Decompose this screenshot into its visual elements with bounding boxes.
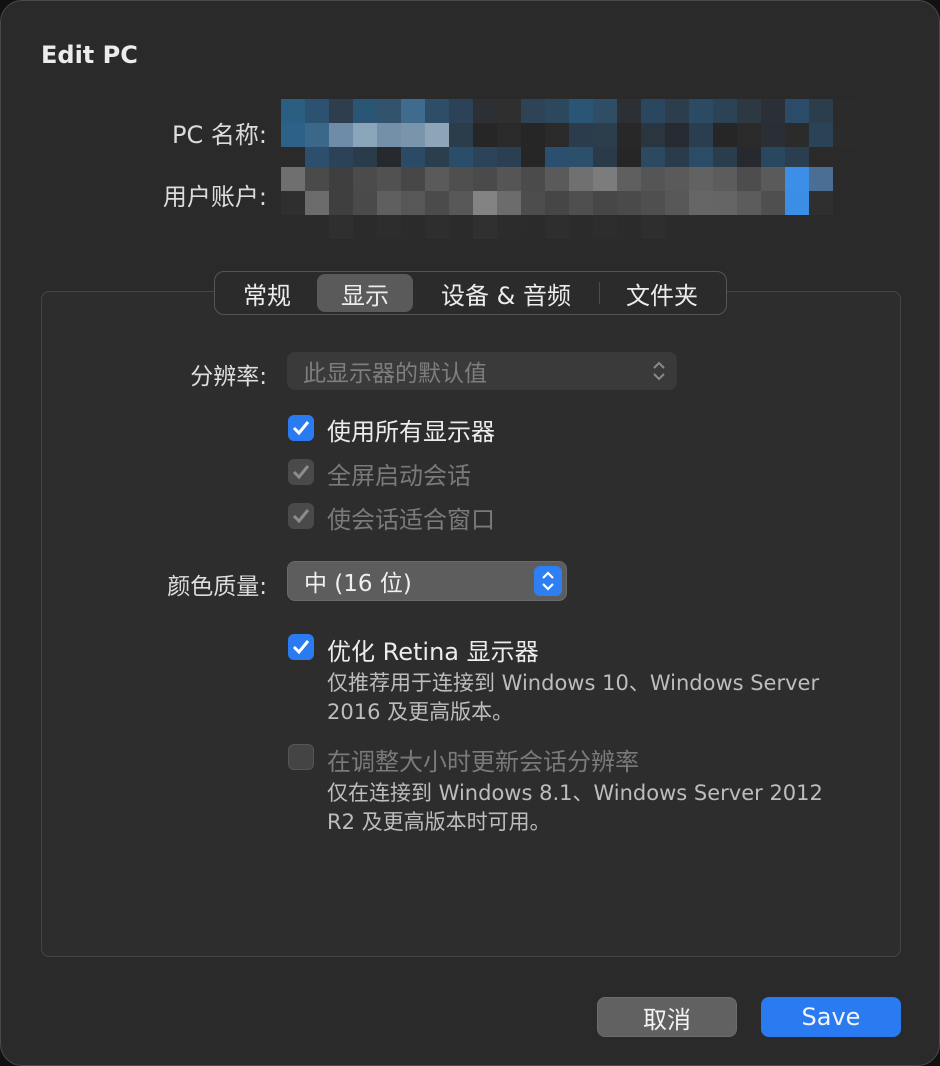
color-quality-select[interactable]: 中 (16 位) bbox=[287, 561, 567, 601]
checkmark-icon bbox=[292, 509, 310, 524]
resolution-select[interactable]: 此显示器的默认值 bbox=[287, 352, 677, 390]
optimize-retina-hint: 仅推荐用于连接到 Windows 10、Windows Server 2016 … bbox=[327, 669, 819, 727]
hint-line: 仅推荐用于连接到 Windows 10、Windows Server bbox=[327, 671, 820, 695]
pc-name-label: PC 名称: bbox=[172, 121, 267, 149]
tab-folders[interactable]: 文件夹 bbox=[600, 274, 724, 312]
update-resolution-checkbox[interactable] bbox=[288, 744, 314, 770]
settings-tab-bar: 常规 显示 设备 & 音频 文件夹 bbox=[214, 271, 727, 315]
hint-line: 仅在连接到 Windows 8.1、Windows Server 2012 bbox=[327, 781, 823, 805]
tab-display[interactable]: 显示 bbox=[317, 274, 413, 312]
edit-pc-window: Edit PC PC 名称: 用户账户: 常规 显示 设备 & 音频 文件夹 分… bbox=[0, 0, 940, 1066]
save-button[interactable]: Save bbox=[761, 997, 901, 1037]
optimize-retina-checkbox[interactable] bbox=[288, 634, 314, 660]
resolution-value: 此显示器的默认值 bbox=[303, 361, 487, 387]
color-quality-label: 颜色质量: bbox=[167, 574, 267, 600]
color-quality-value: 中 (16 位) bbox=[304, 571, 412, 597]
update-resolution-hint: 仅在连接到 Windows 8.1、Windows Server 2012 R2… bbox=[327, 779, 823, 837]
fit-session-label: 使会话适合窗口 bbox=[327, 506, 495, 534]
user-account-label: 用户账户: bbox=[162, 183, 267, 211]
chevron-updown-icon bbox=[534, 566, 562, 596]
fit-session-checkbox[interactable] bbox=[288, 503, 314, 529]
start-fullscreen-checkbox[interactable] bbox=[288, 459, 314, 485]
chevron-updown-icon bbox=[653, 361, 665, 381]
use-all-monitors-checkbox[interactable] bbox=[288, 415, 314, 441]
pc-name-field-redacted[interactable] bbox=[281, 99, 857, 171]
checkmark-icon bbox=[292, 640, 310, 655]
checkmark-icon bbox=[292, 465, 310, 480]
display-settings-panel bbox=[41, 291, 901, 957]
update-resolution-label: 在调整大小时更新会话分辨率 bbox=[327, 748, 639, 776]
resolution-label: 分辨率: bbox=[190, 364, 267, 390]
cancel-button[interactable]: 取消 bbox=[597, 997, 737, 1037]
start-fullscreen-label: 全屏启动会话 bbox=[327, 462, 471, 490]
tab-general[interactable]: 常规 bbox=[217, 274, 317, 312]
user-account-field-redacted[interactable] bbox=[281, 167, 833, 239]
window-title: Edit PC bbox=[41, 41, 138, 69]
use-all-monitors-label: 使用所有显示器 bbox=[327, 418, 495, 446]
hint-line: R2 及更高版本时可用。 bbox=[327, 810, 551, 834]
checkmark-icon bbox=[292, 421, 310, 436]
hint-line: 2016 及更高版本。 bbox=[327, 700, 514, 724]
tab-devices-audio[interactable]: 设备 & 音频 bbox=[413, 274, 599, 312]
optimize-retina-label: 优化 Retina 显示器 bbox=[327, 638, 539, 666]
